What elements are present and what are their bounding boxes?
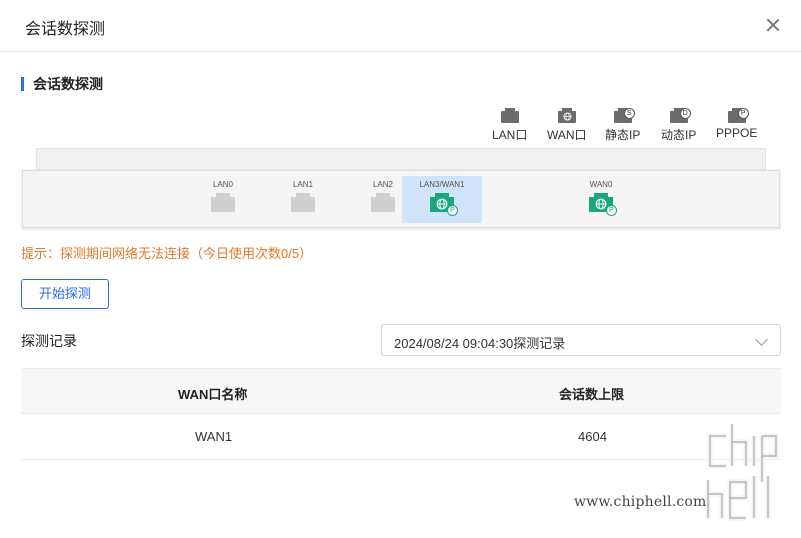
watermark-url: www.chiphell.com [574,494,707,510]
port-label: LAN0 [212,180,233,189]
dynamic-ip-port-icon: D [669,108,691,123]
port-lan1[interactable]: LAN1 [263,176,343,223]
pppoe-badge: P [606,205,617,216]
port-wan0[interactable]: WAN0 P [561,176,641,223]
table-cell-wan-name: WAN1 [195,429,233,444]
pppoe-port-icon: P [727,108,749,123]
lan-port-icon [210,193,236,213]
port-label: LAN1 [292,180,313,189]
record-label: 探测记录 [21,333,77,349]
section-title-text: 会话数探测 [33,76,103,92]
legend-label: LAN口 [492,128,528,142]
legend-label: 静态IP [605,128,641,142]
section-accent-bar [21,77,24,91]
port-label: WAN0 [589,180,613,189]
legend-label: PPPOE [716,126,758,140]
device-top-panel [36,148,766,170]
pppoe-badge: P [447,205,458,216]
column-header-session-limit: 会话数上限 [559,387,625,402]
start-probe-button[interactable]: 开始探测 [21,279,109,309]
legend-dynamic-ip: D 动态IP [661,108,697,143]
record-select[interactable]: 2024/08/24 09:04:30探测记录 [381,324,781,356]
lan-port-icon [370,193,396,213]
legend-wan: WAN口 [547,108,587,143]
chiphell-watermark: www.chiphell.com [574,420,794,530]
legend-static-ip: S 静态IP [605,108,641,143]
static-ip-port-icon: S [613,108,635,123]
wan-port-icon [557,108,576,123]
lan-port-icon [500,108,519,123]
dynamic-badge: D [679,108,691,119]
legend-label: 动态IP [661,128,697,142]
static-badge: S [623,108,635,119]
chevron-down-icon [755,333,768,346]
table-header: WAN口名称 会话数上限 [21,368,781,414]
port-lan3-wan1[interactable]: LAN3/WAN1 P [402,176,482,223]
column-header-wan-name: WAN口名称 [178,387,248,402]
section-title: 会话数探测 [21,76,103,92]
lan-port-icon [290,193,316,213]
dialog-header: 会话数探测 [0,0,801,52]
port-label: LAN3/WAN1 [419,180,465,189]
close-icon[interactable] [764,16,782,34]
dialog-title: 会话数探测 [25,21,106,38]
router-device: LAN0 LAN1 LAN2 LAN3/WAN1 P WAN0 P [22,170,780,228]
wan-port-icon: P [588,193,617,216]
probe-hint-text: 提示：探测期间网络无法连接（今日使用次数0/5） [21,246,313,261]
wan-port-icon: P [429,193,458,216]
session-probe-dialog: 会话数探测 会话数探测 LAN口 WAN口 S 静态IP D 动态IP P PP… [0,0,801,538]
record-select-value: 2024/08/24 09:04:30探测记录 [394,336,566,351]
port-lan0[interactable]: LAN0 [183,176,263,223]
pppoe-badge: P [737,108,749,119]
chiphell-logo-icon [705,424,779,521]
legend-lan: LAN口 [492,108,528,143]
legend-label: WAN口 [547,128,587,142]
legend-pppoe: P PPPOE [716,108,758,140]
